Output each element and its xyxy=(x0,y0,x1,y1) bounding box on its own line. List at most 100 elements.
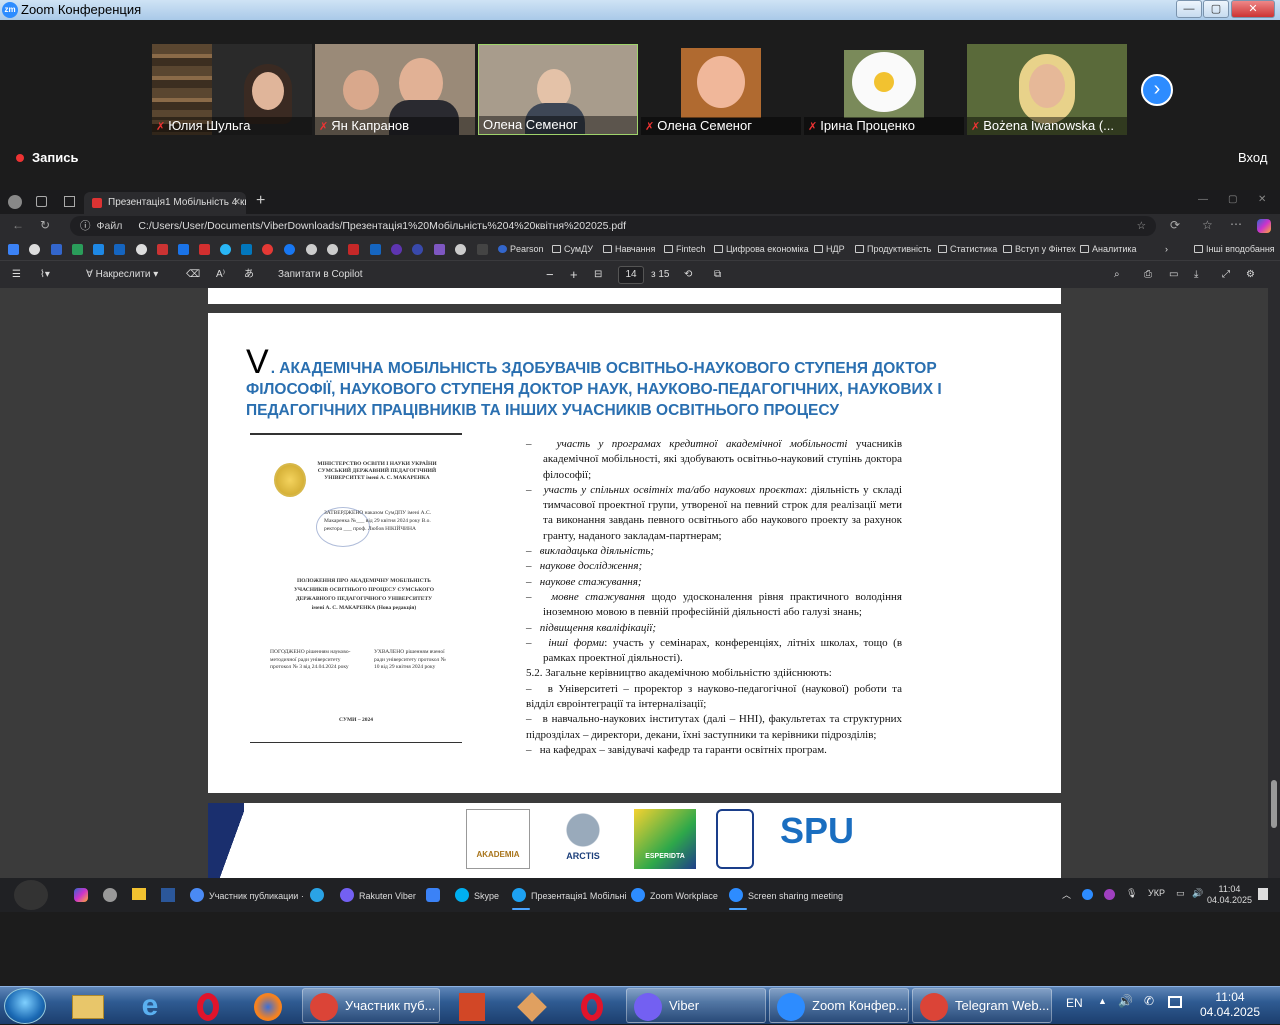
volume-icon[interactable]: 🔊 xyxy=(1192,888,1203,899)
explorer-taskbar-icon[interactable] xyxy=(132,888,146,900)
bookmark-folder[interactable]: Навчання xyxy=(603,238,655,260)
new-tab-button[interactable]: + xyxy=(256,192,265,210)
bookmark-favicon[interactable] xyxy=(412,244,423,255)
bookmark-favicon[interactable] xyxy=(348,244,359,255)
save-icon[interactable]: ▭ xyxy=(1169,261,1178,289)
scrollbar-thumb[interactable] xyxy=(1271,780,1277,828)
zoom-out-button[interactable]: − xyxy=(546,261,554,289)
bookmark-folder[interactable]: Цифрова економіка xyxy=(714,238,809,260)
bookmark-favicon[interactable] xyxy=(391,244,402,255)
pdf-viewer[interactable]: V. АКАДЕМІЧНА МОБІЛЬНІСТЬ ЗДОБУВАЧІВ ОСВ… xyxy=(0,288,1268,878)
more-menu-icon[interactable]: ⋯ xyxy=(1230,217,1242,231)
inner-task-skype[interactable]: Skype xyxy=(455,888,499,902)
participant-tile[interactable]: ✗ Ірина Проценко xyxy=(804,44,964,135)
bookmark-favicon[interactable] xyxy=(29,244,40,255)
bookmark-favicon[interactable] xyxy=(178,244,189,255)
start-button[interactable] xyxy=(4,988,46,1024)
bookmark-favicon[interactable] xyxy=(8,244,19,255)
bookmark-favicon[interactable] xyxy=(455,244,466,255)
bookmark-pearson[interactable]: Pearson xyxy=(498,238,544,260)
maximize-button[interactable]: ▢ xyxy=(1203,0,1229,18)
bookmark-favicon[interactable] xyxy=(114,244,125,255)
participant-tile[interactable]: ✗ Юлия Шульга xyxy=(152,44,312,135)
pdf-scrollbar[interactable] xyxy=(1268,288,1280,878)
inner-task-viber[interactable]: Rakuten Viber xyxy=(340,888,416,902)
bookmark-favicon[interactable] xyxy=(262,244,273,255)
inner-task-screen-share[interactable]: Screen sharing meeting xyxy=(729,888,843,902)
bookmark-favicon[interactable] xyxy=(51,244,62,255)
pen-tool-icon[interactable] xyxy=(14,880,48,910)
bookmark-favicon[interactable] xyxy=(284,244,295,255)
system-clock[interactable]: 11:04 04.04.2025 xyxy=(1198,990,1262,1020)
powerpoint-icon[interactable] xyxy=(448,990,496,1022)
opera-icon[interactable] xyxy=(184,990,232,1022)
bookmarks-more-icon[interactable]: › xyxy=(1165,238,1168,260)
opera-icon[interactable] xyxy=(568,990,616,1022)
notifications-icon[interactable] xyxy=(1258,888,1268,900)
tray-chevron-icon[interactable]: ︿ xyxy=(1062,888,1071,901)
read-aloud-icon[interactable]: A⁾ xyxy=(216,261,225,289)
bookmark-favicon[interactable] xyxy=(477,244,488,255)
copilot-taskbar-icon[interactable] xyxy=(74,888,88,902)
contents-icon[interactable]: ☰ xyxy=(12,261,21,289)
app-eye-icon[interactable] xyxy=(508,990,556,1023)
bookmark-favicon[interactable] xyxy=(370,244,381,255)
bookmark-folder[interactable]: СумДУ xyxy=(552,238,593,260)
volume-icon[interactable]: 🔊 xyxy=(1118,994,1133,1008)
participant-tile[interactable]: ✗ Bożena Iwanowska (... xyxy=(967,44,1127,135)
login-button[interactable]: Вход xyxy=(1238,150,1267,165)
settings-icon[interactable]: ⚙ xyxy=(1246,261,1255,289)
task-viber[interactable]: Viber xyxy=(626,988,766,1023)
browser-minimize-icon[interactable]: — xyxy=(1198,194,1208,205)
favorite-star-icon[interactable]: ☆ xyxy=(1137,216,1146,236)
browser-restore-icon[interactable]: ▢ xyxy=(1228,194,1237,205)
tab-close-icon[interactable]: ✕ xyxy=(233,192,241,214)
other-bookmarks[interactable]: Інші вподобання xyxy=(1194,238,1275,260)
ask-copilot-button[interactable]: Запитати в Copilot xyxy=(278,261,363,289)
bookmark-favicon[interactable] xyxy=(241,244,252,255)
zoom-tray-icon[interactable] xyxy=(1082,889,1093,900)
bookmark-favicon[interactable] xyxy=(327,244,338,255)
tab-pdf[interactable]: Презентація1 Мобільність 4 кві ✕ xyxy=(84,192,246,214)
page-view-icon[interactable]: ⧉ xyxy=(714,261,721,289)
firefox-icon[interactable] xyxy=(244,990,292,1022)
inner-task-zoom-workplace[interactable]: Zoom Workplace xyxy=(631,888,718,902)
bookmark-folder[interactable]: Аналитика xyxy=(1080,238,1137,260)
internet-explorer-icon[interactable]: e xyxy=(126,990,174,1022)
action-center-icon[interactable] xyxy=(1168,996,1182,1008)
inner-task-telegram[interactable] xyxy=(310,888,329,902)
bookmark-folder[interactable]: Fintech xyxy=(664,238,706,260)
bookmark-folder[interactable]: Вступ у Фінтех xyxy=(1003,238,1076,260)
participant-tile[interactable]: ✗ Ян Капранов xyxy=(315,44,475,135)
bookmark-folder[interactable]: Статистика xyxy=(938,238,997,260)
page-number-input[interactable]: 14 xyxy=(618,266,644,284)
bookmark-favicon[interactable] xyxy=(220,244,231,255)
inner-task-app[interactable] xyxy=(426,888,445,902)
tab-actions-icon[interactable] xyxy=(64,196,75,207)
bookmark-favicon[interactable] xyxy=(72,244,83,255)
recording-indicator[interactable]: Запись xyxy=(16,150,78,165)
participant-tile-active[interactable]: Олена Семеног xyxy=(478,44,638,135)
bookmark-favicon[interactable] xyxy=(136,244,147,255)
language-indicator[interactable]: EN xyxy=(1066,996,1083,1010)
workspaces-icon[interactable] xyxy=(36,196,47,207)
word-taskbar-icon[interactable] xyxy=(161,888,175,902)
bookmark-favicon[interactable] xyxy=(93,244,104,255)
translate-icon[interactable]: あ xyxy=(244,261,254,289)
draw-tool[interactable]: ∀ Накреслити ▾ xyxy=(86,261,158,289)
rotate-icon[interactable]: ⟲ xyxy=(684,261,692,289)
network-icon[interactable]: ▭ xyxy=(1176,888,1185,899)
zoom-in-button[interactable]: + xyxy=(570,261,578,289)
favorites-icon[interactable]: ☆ xyxy=(1202,218,1213,232)
explorer-icon[interactable] xyxy=(64,990,112,1022)
highlight-icon[interactable]: ⌇▾ xyxy=(40,261,50,289)
bookmark-favicon[interactable] xyxy=(157,244,168,255)
minimize-button[interactable]: — xyxy=(1176,0,1202,18)
bookmark-folder[interactable]: Продуктивність xyxy=(855,238,931,260)
copilot-icon[interactable] xyxy=(1257,219,1271,233)
task-zoom[interactable]: Zoom Конфер... xyxy=(769,988,909,1023)
fit-page-icon[interactable]: ⊟ xyxy=(594,261,602,289)
eraser-icon[interactable]: ⌫ xyxy=(186,261,200,289)
extensions-icon[interactable]: ⟳ xyxy=(1170,218,1180,232)
close-button[interactable]: ✕ xyxy=(1231,0,1275,18)
